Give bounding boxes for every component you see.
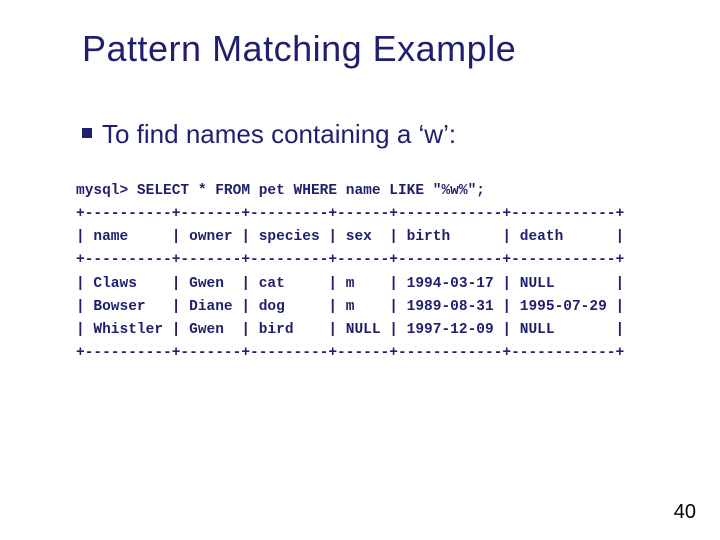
table-border-mid: +----------+-------+---------+------+---… (76, 252, 624, 268)
bullet-text: To find names containing a ‘w’: (102, 118, 456, 152)
table-border-top: +----------+-------+---------+------+---… (76, 206, 624, 222)
slide-title: Pattern Matching Example (82, 28, 664, 70)
table-row: | Claws | Gwen | cat | m | 1994-03-17 | … (76, 276, 624, 292)
code-block: mysql> SELECT * FROM pet WHERE name LIKE… (76, 180, 664, 366)
page-number: 40 (674, 501, 696, 524)
bullet-row: To find names containing a ‘w’: (82, 118, 664, 152)
sql-query: mysql> SELECT * FROM pet WHERE name LIKE… (76, 183, 485, 199)
bullet-icon (82, 128, 92, 138)
table-row: | Whistler | Gwen | bird | NULL | 1997-1… (76, 322, 624, 338)
table-header: | name | owner | species | sex | birth |… (76, 229, 624, 245)
table-row: | Bowser | Diane | dog | m | 1989-08-31 … (76, 299, 624, 315)
table-border-bottom: +----------+-------+---------+------+---… (76, 345, 624, 361)
